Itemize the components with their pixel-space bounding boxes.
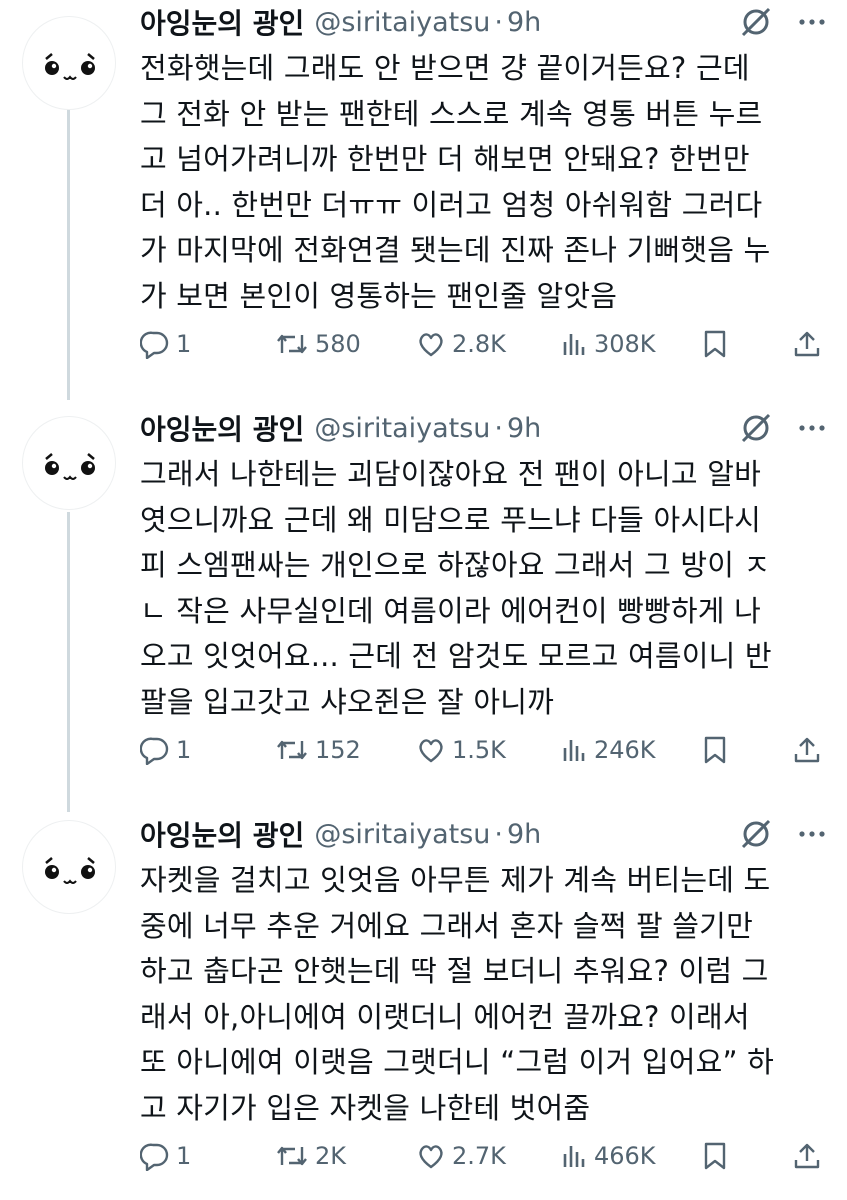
timestamp[interactable]: 9h xyxy=(507,413,541,444)
author-name[interactable]: 아잉눈의 광인 xyxy=(140,2,304,42)
timestamp[interactable]: 9h xyxy=(507,7,541,38)
share-button[interactable] xyxy=(792,1141,822,1171)
retweet-count: 2K xyxy=(315,1142,347,1170)
heart-icon xyxy=(419,1145,443,1169)
bookmark-button[interactable] xyxy=(702,735,728,765)
reply-icon xyxy=(140,737,169,765)
bookmark-button[interactable] xyxy=(702,329,728,359)
author-handle[interactable]: @siritaiyatsu xyxy=(314,413,490,444)
retweet-button[interactable]: 580 xyxy=(275,329,361,359)
retweet-button[interactable]: 152 xyxy=(275,735,361,765)
grok-icon[interactable] xyxy=(739,5,773,39)
reply-count: 1 xyxy=(176,330,192,358)
reply-count: 1 xyxy=(176,736,192,764)
heart-icon xyxy=(419,333,443,357)
author-handle[interactable]: @siritaiyatsu xyxy=(314,7,490,38)
reply-count: 1 xyxy=(176,1142,192,1170)
avatar-face-icon xyxy=(45,857,95,884)
bookmark-icon xyxy=(704,736,726,764)
tweet-text: 전화햇는데 그래도 안 받으면 걍 끝이거든요? 근데 그 전화 안 받는 팬한… xyxy=(140,51,771,313)
thread-line xyxy=(67,512,70,812)
like-count: 2.7K xyxy=(452,1142,506,1170)
separator: · xyxy=(494,818,503,850)
share-icon xyxy=(794,331,820,357)
share-icon xyxy=(794,1143,820,1169)
separator: · xyxy=(494,6,503,38)
bookmark-button[interactable] xyxy=(702,1141,728,1171)
views-count: 466K xyxy=(594,1142,656,1170)
views-button[interactable]: 308K xyxy=(560,329,656,359)
separator: · xyxy=(494,412,503,444)
grok-icon[interactable] xyxy=(739,817,773,851)
avatar[interactable] xyxy=(22,416,116,510)
retweet-count: 580 xyxy=(315,330,361,358)
reply-icon xyxy=(140,331,169,359)
like-count: 1.5K xyxy=(452,736,506,764)
like-button[interactable]: 2.8K xyxy=(416,329,506,359)
tweet-text: 그래서 나한테는 괴담이잖아요 전 팬이 아니고 알바 엿으니까요 근데 왜 미… xyxy=(140,457,772,719)
more-icon[interactable] xyxy=(797,819,827,849)
reply-button[interactable]: 1 xyxy=(140,735,191,765)
retweet-icon xyxy=(277,334,307,354)
views-icon xyxy=(563,740,585,761)
heart-icon xyxy=(419,739,443,763)
share-button[interactable] xyxy=(792,329,822,359)
more-icon[interactable] xyxy=(797,413,827,443)
views-count: 308K xyxy=(594,330,656,358)
reply-button[interactable]: 1 xyxy=(140,329,191,359)
grok-icon[interactable] xyxy=(739,411,773,445)
views-icon xyxy=(563,1146,585,1167)
retweet-icon xyxy=(277,1146,307,1166)
avatar[interactable] xyxy=(22,820,116,914)
like-button[interactable]: 1.5K xyxy=(416,735,506,765)
reply-icon xyxy=(140,1143,169,1171)
views-icon xyxy=(563,334,585,355)
avatar[interactable] xyxy=(22,16,116,110)
views-count: 246K xyxy=(594,736,656,764)
retweet-icon xyxy=(277,740,307,760)
avatar-face-icon xyxy=(45,53,95,80)
author-handle[interactable]: @siritaiyatsu xyxy=(314,819,490,850)
timestamp[interactable]: 9h xyxy=(507,819,541,850)
avatar-face-icon xyxy=(45,453,95,480)
tweet-text: 자켓을 걸치고 잇엇음 아무튼 제가 계속 버티는데 도 중에 너무 추운 거에… xyxy=(140,863,774,1125)
views-button[interactable]: 246K xyxy=(560,735,656,765)
author-name[interactable]: 아잉눈의 광인 xyxy=(140,814,304,854)
retweet-button[interactable]: 2K xyxy=(275,1141,346,1171)
share-button[interactable] xyxy=(792,735,822,765)
more-icon[interactable] xyxy=(797,7,827,37)
views-button[interactable]: 466K xyxy=(560,1141,656,1171)
author-name[interactable]: 아잉눈의 광인 xyxy=(140,408,304,448)
like-count: 2.8K xyxy=(452,330,506,358)
share-icon xyxy=(794,737,820,763)
bookmark-icon xyxy=(704,1142,726,1170)
retweet-count: 152 xyxy=(315,736,361,764)
like-button[interactable]: 2.7K xyxy=(416,1141,506,1171)
bookmark-icon xyxy=(704,330,726,358)
reply-button[interactable]: 1 xyxy=(140,1141,191,1171)
thread-line xyxy=(67,108,70,400)
